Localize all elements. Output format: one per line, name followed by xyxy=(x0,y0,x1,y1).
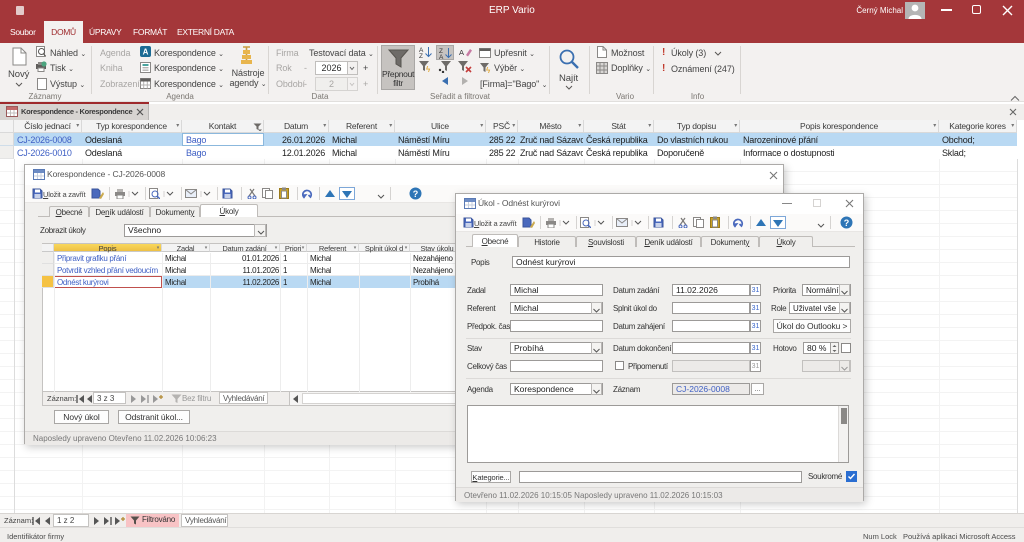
svg-text:?: ? xyxy=(844,218,850,228)
svg-text:Z: Z xyxy=(419,53,423,58)
svg-text:A: A xyxy=(459,48,464,57)
svg-text:A: A xyxy=(439,54,444,59)
svg-text:?: ? xyxy=(413,189,419,199)
svg-text:A: A xyxy=(143,48,149,57)
svg-text:ϟ: ϟ xyxy=(426,65,431,73)
svg-text:ϟ: ϟ xyxy=(486,66,491,74)
